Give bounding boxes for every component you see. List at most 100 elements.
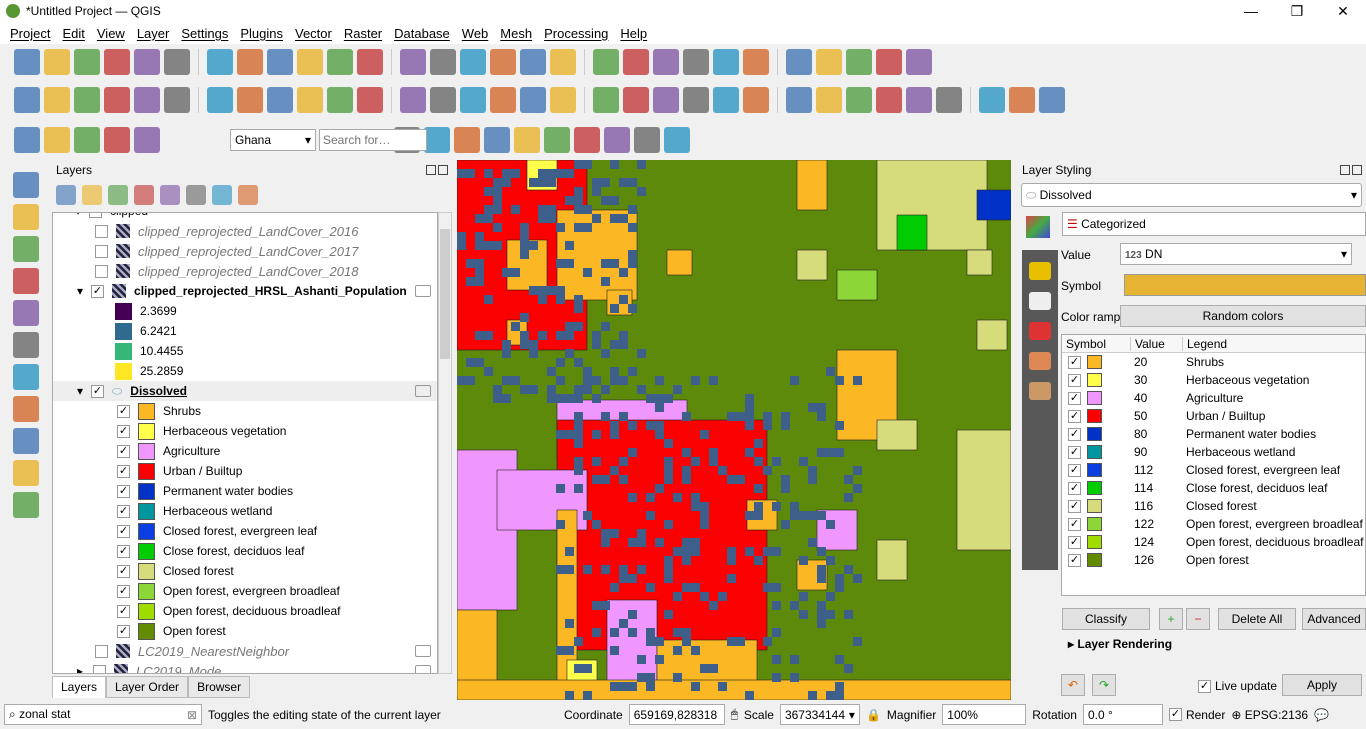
category-row[interactable]: ✓ 20 Shrubs: [1062, 353, 1365, 371]
select-tool-icon[interactable]: [876, 49, 902, 75]
python-icon[interactable]: [424, 127, 450, 153]
category-symbol[interactable]: [1087, 535, 1102, 549]
scale-field[interactable]: 367334144 ▾: [779, 704, 860, 725]
select-by-value-icon[interactable]: [104, 127, 130, 153]
pencil-icon[interactable]: [237, 87, 263, 113]
new-project-icon[interactable]: [14, 49, 40, 75]
label-move-icon[interactable]: [713, 87, 739, 113]
menu-raster[interactable]: Raster: [338, 26, 388, 41]
category-row[interactable]: ✓ 30 Herbaceous vegetation: [1062, 371, 1365, 389]
layer-select[interactable]: ⬭ Dissolved ▾: [1021, 183, 1362, 207]
category-symbol[interactable]: [1087, 391, 1102, 405]
magnifier-field[interactable]: 100%: [942, 704, 1027, 725]
legend-category[interactable]: ✓ Closed forest: [53, 561, 437, 581]
close-panel-icon[interactable]: [1352, 165, 1362, 175]
collapse-all-icon[interactable]: [212, 185, 232, 205]
category-symbol[interactable]: [1087, 517, 1102, 531]
legend-category[interactable]: ✓ Permanent water bodies: [53, 481, 437, 501]
filter-icon[interactable]: [134, 185, 154, 205]
print-layout-icon[interactable]: [134, 49, 160, 75]
redo-icon[interactable]: [520, 87, 546, 113]
menu-settings[interactable]: Settings: [175, 26, 234, 41]
legend-item[interactable]: 10.4455: [53, 341, 437, 361]
copy-icon[interactable]: [430, 87, 456, 113]
bookmark-icon[interactable]: [550, 49, 576, 75]
delete-icon[interactable]: [357, 87, 383, 113]
cut-icon[interactable]: [400, 87, 426, 113]
header-legend[interactable]: Legend: [1182, 336, 1227, 351]
menu-plugins[interactable]: Plugins: [234, 26, 289, 41]
new-map-view-icon[interactable]: [490, 49, 516, 75]
current-edits-icon[interactable]: [207, 87, 233, 113]
zoom-to-selection-icon[interactable]: [327, 49, 353, 75]
map-canvas[interactable]: [457, 160, 1011, 700]
add-category-button[interactable]: +: [1159, 608, 1183, 630]
layer-item[interactable]: ▸ LC2019_Mode: [53, 661, 437, 673]
label-pin-icon[interactable]: [623, 87, 649, 113]
expand-all-icon[interactable]: [186, 185, 206, 205]
category-symbol[interactable]: [1087, 499, 1102, 513]
plugin-folder-icon[interactable]: [484, 127, 510, 153]
color-ramp-button[interactable]: Random colors: [1120, 305, 1366, 327]
identify-icon[interactable]: [653, 49, 679, 75]
coordinate-field[interactable]: 659169,828318: [628, 704, 725, 725]
zoom-to-layer-icon[interactable]: [357, 49, 383, 75]
zoom-last-icon[interactable]: [430, 49, 456, 75]
masks-tab-icon[interactable]: [1029, 292, 1051, 310]
menu-edit[interactable]: Edit: [56, 26, 90, 41]
legend-category[interactable]: ✓ Herbaceous vegetation: [53, 421, 437, 441]
tab-browser[interactable]: Browser: [188, 676, 251, 698]
settings-icon[interactable]: [743, 49, 769, 75]
annotation-icon[interactable]: [846, 49, 872, 75]
category-symbol[interactable]: [1087, 445, 1102, 459]
search-input[interactable]: [319, 129, 427, 151]
qgis2web-icon[interactable]: [1009, 87, 1035, 113]
label-icon[interactable]: [550, 87, 576, 113]
add-wms-icon[interactable]: [13, 396, 39, 422]
layer-item[interactable]: clipped_reprojected_LandCover_2018: [53, 261, 437, 281]
category-row[interactable]: ✓ 90 Herbaceous wetland: [1062, 443, 1365, 461]
data-source-manager-icon[interactable]: [14, 87, 40, 113]
legend-category[interactable]: ✓ Close forest, deciduos leaf: [53, 541, 437, 561]
category-symbol[interactable]: [1087, 409, 1102, 423]
classify-button[interactable]: Classify: [1062, 608, 1150, 630]
category-row[interactable]: ✓ 114 Close forest, deciduos leaf: [1062, 479, 1365, 497]
save-edits-icon[interactable]: [134, 87, 160, 113]
label-change-icon[interactable]: [786, 87, 812, 113]
legend-category[interactable]: ✓ Closed forest, evergreen leaf: [53, 521, 437, 541]
crs-button[interactable]: ⊕ EPSG:2136: [1231, 708, 1308, 722]
locator-icon[interactable]: [134, 127, 160, 153]
value-field-select[interactable]: 123 DN ▾: [1120, 243, 1352, 265]
help-icon[interactable]: [979, 87, 1005, 113]
expression-filter-icon[interactable]: [160, 185, 180, 205]
add-vector-tile-icon[interactable]: [13, 492, 39, 518]
mouse-icon[interactable]: 🖱: [731, 707, 738, 722]
pan-to-selection-icon[interactable]: [207, 49, 233, 75]
3d-view-tab-icon[interactable]: [1029, 322, 1051, 340]
layer-item-dissolved[interactable]: ▾ ✓ ⬭ Dissolved: [53, 381, 437, 401]
diagrams-tab-icon[interactable]: [1029, 352, 1051, 370]
redo-style-button[interactable]: ↷: [1092, 674, 1116, 696]
symbol-button[interactable]: [1124, 274, 1366, 296]
layer-item[interactable]: clipped_reprojected_LandCover_2017: [53, 241, 437, 261]
minimize-button[interactable]: —: [1228, 0, 1274, 22]
legend-item[interactable]: 2.3699: [53, 301, 437, 321]
float-icon[interactable]: [426, 165, 436, 175]
category-symbol[interactable]: [1087, 427, 1102, 441]
layer-item[interactable]: clipped_reprojected_LandCover_2016: [53, 221, 437, 241]
add-wfs-icon[interactable]: [13, 428, 39, 454]
layer-item[interactable]: LC2019_NearestNeighbor: [53, 641, 437, 661]
category-row[interactable]: ✓ 126 Open forest: [1062, 551, 1365, 569]
refresh-icon[interactable]: [623, 49, 649, 75]
add-raster-icon[interactable]: [13, 204, 39, 230]
close-button[interactable]: ✕: [1320, 0, 1366, 22]
zoom-native-icon[interactable]: [400, 49, 426, 75]
legend-category[interactable]: ✓ Shrubs: [53, 401, 437, 421]
renderer-select[interactable]: ☰ Categorized: [1062, 212, 1366, 236]
menu-layer[interactable]: Layer: [131, 26, 176, 41]
style-manager-icon[interactable]: [56, 185, 76, 205]
legend-category[interactable]: ✓ Open forest, evergreen broadleaf: [53, 581, 437, 601]
pan-icon[interactable]: [164, 49, 190, 75]
plugin-r-icon[interactable]: [454, 127, 480, 153]
tab-layers[interactable]: Layers: [52, 676, 107, 698]
